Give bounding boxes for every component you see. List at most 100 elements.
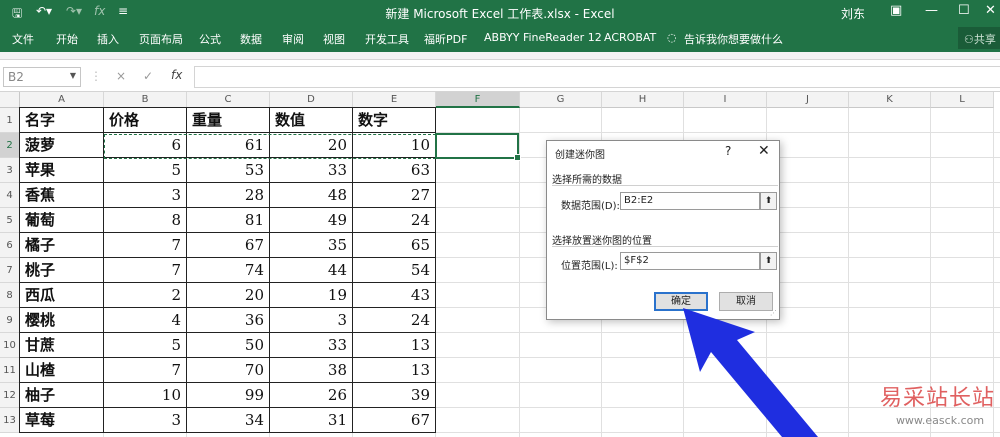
table-cell[interactable]: 53 [187,158,270,183]
row-header-1[interactable]: 1 [0,108,20,133]
table-cell[interactable]: 甘蔗 [20,333,104,358]
table-cell[interactable]: 13 [353,333,436,358]
table-cell[interactable]: 13 [353,358,436,383]
close-icon[interactable]: ✕ [985,3,996,18]
column-header-g[interactable]: G [520,92,602,108]
header-cell[interactable]: 数字 [353,108,436,133]
enter-icon[interactable]: ✓ [143,69,153,83]
table-cell[interactable]: 山楂 [20,358,104,383]
table-cell[interactable]: 3 [104,183,187,208]
table-cell[interactable]: 34 [187,408,270,433]
table-cell[interactable]: 3 [270,308,353,333]
table-cell[interactable]: 39 [353,383,436,408]
tab-view[interactable]: 视图 [323,31,345,47]
name-box[interactable]: B2 ▼ [3,67,81,87]
header-cell[interactable]: 数值 [270,108,353,133]
close-icon[interactable]: ✕ [758,143,770,159]
row-header-10[interactable]: 10 [0,333,20,358]
table-cell[interactable]: 10 [104,383,187,408]
tab-formulas[interactable]: 公式 [199,31,221,47]
column-header-f[interactable]: F [436,92,520,108]
row-header-4[interactable]: 4 [0,183,20,208]
table-cell[interactable]: 6 [104,133,187,158]
active-cell-f2[interactable] [435,133,521,161]
table-cell[interactable]: 67 [353,408,436,433]
tab-review[interactable]: 审阅 [282,31,304,47]
help-icon[interactable]: ? [725,144,731,158]
table-cell[interactable]: 橘子 [20,233,104,258]
collapse-dialog-icon[interactable]: ⬆ [760,192,777,210]
table-cell[interactable]: 苹果 [20,158,104,183]
table-cell[interactable]: 31 [270,408,353,433]
row-header-2[interactable]: 2 [0,133,20,158]
table-cell[interactable]: 61 [187,133,270,158]
cancel-icon[interactable]: × [116,69,126,83]
table-cell[interactable]: 8 [104,208,187,233]
column-header-e[interactable]: E [353,92,436,108]
row-header-12[interactable]: 12 [0,383,20,408]
insert-function-icon[interactable]: fx [171,68,182,82]
column-header-i[interactable]: I [684,92,767,108]
share-button[interactable]: ⚇共享 [958,27,1000,49]
row-header-5[interactable]: 5 [0,208,20,233]
row-header-11[interactable]: 11 [0,358,20,383]
table-cell[interactable]: 19 [270,283,353,308]
row-header-9[interactable]: 9 [0,308,20,333]
tab-file[interactable]: 文件 [12,31,34,47]
table-cell[interactable]: 38 [270,358,353,383]
collapse-dialog-icon[interactable]: ⬆ [760,252,777,270]
row-header-8[interactable]: 8 [0,283,20,308]
table-cell[interactable]: 81 [187,208,270,233]
ok-button[interactable]: 确定 [654,292,708,311]
table-cell[interactable]: 4 [104,308,187,333]
table-cell[interactable]: 葡萄 [20,208,104,233]
data-range-input[interactable]: B2:E2 [620,192,760,210]
user-name[interactable]: 刘东 [841,5,865,22]
table-cell[interactable]: 香蕉 [20,183,104,208]
table-cell[interactable]: 33 [270,158,353,183]
table-cell[interactable]: 3 [104,408,187,433]
column-header-l[interactable]: L [931,92,994,108]
column-header-d[interactable]: D [270,92,353,108]
header-cell[interactable]: 价格 [104,108,187,133]
table-cell[interactable]: 63 [353,158,436,183]
tab-insert[interactable]: 插入 [97,31,119,47]
table-cell[interactable]: 20 [270,133,353,158]
cancel-button[interactable]: 取消 [719,292,773,311]
column-header-b[interactable]: B [104,92,187,108]
row-header-6[interactable]: 6 [0,233,20,258]
table-cell[interactable]: 43 [353,283,436,308]
column-header-c[interactable]: C [187,92,270,108]
table-cell[interactable]: 54 [353,258,436,283]
table-cell[interactable]: 西瓜 [20,283,104,308]
table-cell[interactable]: 35 [270,233,353,258]
tab-home[interactable]: 开始 [56,31,78,47]
column-header-k[interactable]: K [849,92,931,108]
tab-acrobat[interactable]: ACROBAT [604,31,656,44]
formula-input[interactable] [194,66,1000,88]
table-cell[interactable]: 菠萝 [20,133,104,158]
table-cell[interactable]: 27 [353,183,436,208]
table-cell[interactable]: 24 [353,308,436,333]
tab-data[interactable]: 数据 [240,31,262,47]
column-header-a[interactable]: A [20,92,104,108]
table-cell[interactable]: 7 [104,358,187,383]
resize-grip-icon[interactable]: ⋰ [770,309,777,317]
tell-me-box[interactable]: 告诉我你想要做什么 [684,31,783,47]
column-header-j[interactable]: J [767,92,849,108]
tab-foxit-pdf[interactable]: 福昕PDF [424,31,467,47]
table-cell[interactable]: 44 [270,258,353,283]
table-cell[interactable]: 36 [187,308,270,333]
table-cell[interactable]: 50 [187,333,270,358]
row-header-3[interactable]: 3 [0,158,20,183]
table-cell[interactable]: 10 [353,133,436,158]
ribbon-display-icon[interactable]: ▣ [890,3,902,18]
table-cell[interactable]: 柚子 [20,383,104,408]
table-cell[interactable]: 99 [187,383,270,408]
table-cell[interactable]: 24 [353,208,436,233]
tab-page-layout[interactable]: 页面布局 [139,31,183,47]
header-cell[interactable]: 重量 [187,108,270,133]
table-cell[interactable]: 74 [187,258,270,283]
tab-developer[interactable]: 开发工具 [365,31,409,47]
table-cell[interactable]: 49 [270,208,353,233]
